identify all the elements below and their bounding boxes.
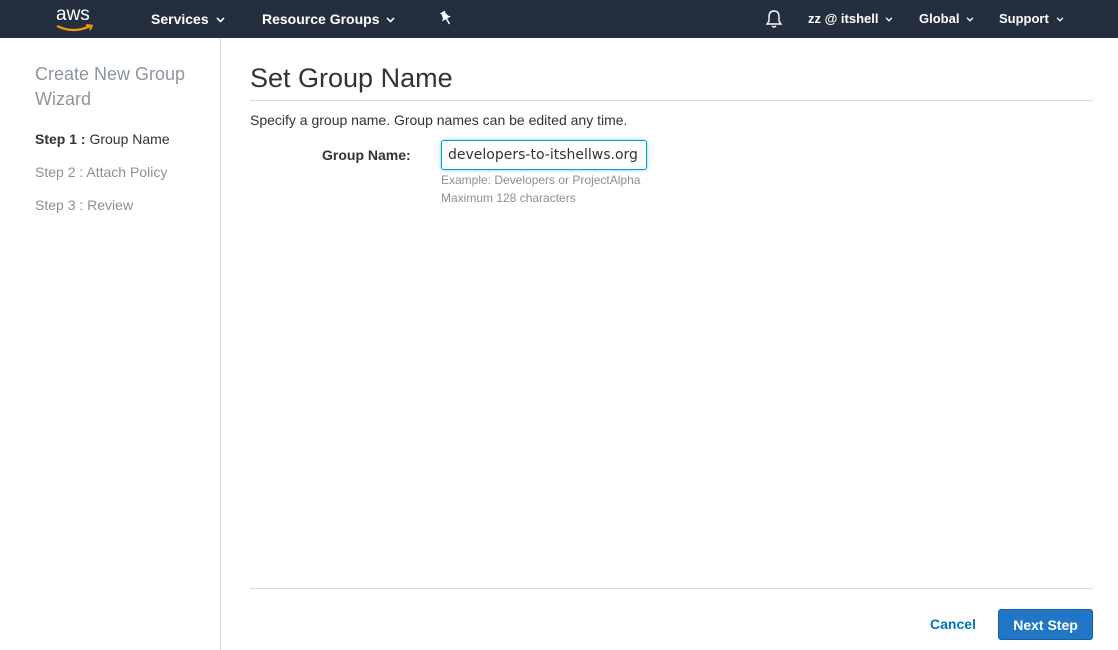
chevron-down-icon [886, 17, 893, 22]
wizard-title: Create New Group Wizard [35, 64, 186, 109]
aws-smile-icon [56, 24, 94, 32]
bell-icon[interactable] [765, 9, 783, 29]
step-group-name[interactable]: Step 1 : Group Name [35, 131, 170, 147]
resource-groups-label: Resource Groups [262, 11, 380, 27]
chevron-down-icon [386, 17, 396, 23]
footer-divider [250, 588, 1093, 589]
resource-groups-menu[interactable]: Resource Groups [262, 0, 396, 38]
top-navigation-bar: aws Services Resource Groups zz @ itshel… [0, 0, 1118, 38]
step-label: Attach Policy [86, 164, 168, 180]
title-divider [250, 100, 1093, 101]
account-menu[interactable]: zz @ itshell [808, 0, 893, 38]
support-label: Support [999, 11, 1049, 26]
group-name-input[interactable] [441, 140, 647, 170]
region-menu[interactable]: Global [919, 0, 974, 38]
services-menu[interactable]: Services [151, 0, 225, 38]
aws-logo-text: aws [56, 4, 90, 25]
wizard-sidebar: Create New Group Wizard Step 1 : Group N… [0, 38, 221, 650]
account-label: zz @ itshell [808, 11, 879, 26]
group-name-example-hint: Example: Developers or ProjectAlpha [441, 173, 641, 187]
services-label: Services [151, 11, 209, 27]
chevron-down-icon [1056, 17, 1064, 22]
step-review[interactable]: Step 3 : Review [35, 197, 133, 213]
step-number: Step 3 : [35, 197, 84, 213]
step-number: Step 1 : [35, 131, 86, 147]
page-title: Set Group Name [250, 63, 453, 93]
step-number: Step 2 : [35, 164, 84, 180]
next-step-button[interactable]: Next Step [998, 609, 1093, 640]
pin-icon[interactable] [438, 10, 454, 26]
aws-logo[interactable]: aws [56, 4, 96, 34]
step-attach-policy[interactable]: Step 2 : Attach Policy [35, 164, 167, 180]
chevron-down-icon [967, 17, 974, 22]
page-description: Specify a group name. Group names can be… [250, 112, 628, 128]
support-menu[interactable]: Support [999, 0, 1064, 38]
step-label: Review [87, 197, 134, 213]
chevron-down-icon [216, 17, 225, 23]
group-name-max-hint: Maximum 128 characters [441, 191, 576, 205]
group-name-label: Group Name: [322, 147, 411, 163]
region-label: Global [919, 11, 960, 26]
step-label: Group Name [89, 131, 170, 147]
cancel-button[interactable]: Cancel [930, 612, 976, 636]
